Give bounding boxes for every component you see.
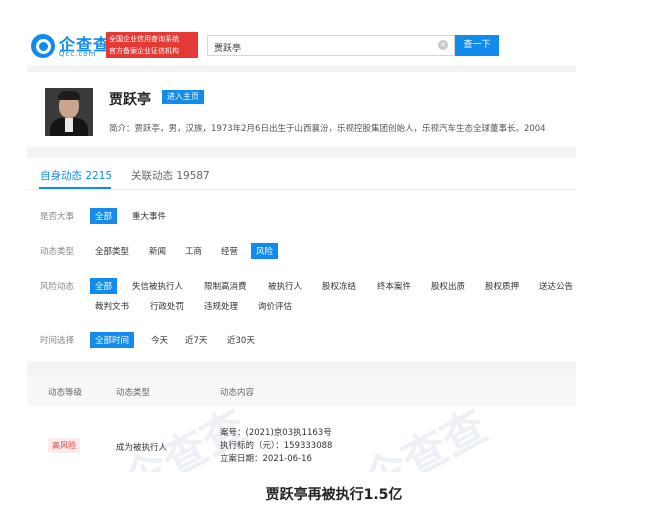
qcc-logo-icon[interactable] [31, 34, 55, 58]
column-header-level: 动态等级 [48, 388, 83, 398]
filter-time-7days[interactable]: 近7天 [185, 334, 207, 346]
filter-type-operation[interactable]: 经营 [221, 245, 238, 257]
search-input[interactable] [208, 38, 435, 57]
column-header-type: 动态类型 [116, 388, 151, 398]
filter-label-time: 时间选择 [40, 336, 75, 346]
column-header-content: 动态内容 [220, 388, 255, 398]
image-caption: 贾跃亭再被执行1.5亿 [265, 487, 403, 503]
execution-amount: 执行标的（元）：159333088 [220, 441, 333, 451]
filter-type-all[interactable]: 全部类型 [95, 245, 129, 257]
filter-risk-dishonest[interactable]: 失信被执行人 [132, 280, 183, 292]
clear-icon[interactable]: × [438, 40, 448, 50]
slogan-badge: 全国企业信用查询系统 官方备案企业征信机构 [106, 32, 198, 58]
filter-type-news[interactable]: 新闻 [149, 245, 166, 257]
tab-bar: 自身动态 2215 关联动态 19587 [27, 158, 576, 190]
filing-date: 立案日期：2021-06-16 [220, 454, 312, 464]
filter-time-all[interactable]: 全部时间 [90, 332, 135, 348]
top-bar: 企查查 Qcc.com 全国企业信用查询系统 官方备案企业征信机构 × 查一下 [27, 28, 576, 65]
filter-panel: 自身动态 2215 关联动态 19587 是否大事 全部 重大事件 动态类型 全… [27, 158, 576, 361]
person-name: 贾跃亭 [109, 92, 151, 108]
enter-homepage-button[interactable]: 进入主页 [162, 90, 204, 104]
tab-related-activity[interactable]: 关联动态 19587 [131, 168, 210, 183]
slogan-line-2: 官方备案企业征信机构 [109, 47, 179, 55]
filter-label-type: 动态类型 [40, 247, 75, 257]
filter-label-risk: 风险动态 [40, 282, 75, 292]
filter-risk-service-notice[interactable]: 送达公告 [539, 280, 573, 292]
filter-label-major: 是否大事 [40, 212, 75, 222]
filter-risk-price-evaluation[interactable]: 询价评估 [258, 300, 292, 312]
filter-time-30days[interactable]: 近30天 [227, 334, 255, 346]
filter-risk-share-pledge[interactable]: 股权质押 [485, 280, 519, 292]
search-box: × [207, 35, 455, 57]
filter-risk-equity-freeze[interactable]: 股权冻结 [322, 280, 356, 292]
avatar [45, 88, 93, 136]
filter-risk-equity-pledge[interactable]: 股权出质 [431, 280, 465, 292]
slogan-line-1: 全国企业信用查询系统 [109, 35, 179, 43]
case-number[interactable]: 案号：(2021)京03执1163号 [220, 426, 332, 438]
filter-risk-admin-penalty[interactable]: 行政处罚 [150, 300, 184, 312]
filter-risk-consumption-limit[interactable]: 限制高消费 [204, 280, 247, 292]
active-tab-indicator [39, 187, 111, 189]
profile-intro: 简介：贾跃亭，男，汉族，1973年2月6日出生于山西襄汾，乐视控股集团创始人，乐… [109, 124, 546, 134]
filter-risk-violation[interactable]: 违规处理 [204, 300, 238, 312]
activity-table: 企查查 企查查 动态等级 动态类型 动态内容 高风险 成为被执行人 案号：(20… [27, 376, 576, 472]
tab-own-activity[interactable]: 自身动态 2215 [40, 168, 112, 183]
logo-subtext: Qcc.com [59, 50, 97, 58]
app-window: 企查查 Qcc.com 全国企业信用查询系统 官方备案企业征信机构 × 查一下 … [27, 28, 576, 472]
filter-time-today[interactable]: 今天 [151, 334, 168, 346]
filter-major-all[interactable]: 全部 [90, 208, 118, 224]
activity-type: 成为被执行人 [116, 443, 168, 453]
filter-risk-terminated-case[interactable]: 终本案件 [377, 280, 411, 292]
filter-type-risk[interactable]: 风险 [251, 243, 279, 259]
filter-major-event[interactable]: 重大事件 [132, 210, 166, 222]
risk-level-badge: 高风险 [48, 438, 80, 453]
filter-type-business[interactable]: 工商 [185, 245, 202, 257]
search-button[interactable]: 查一下 [455, 35, 499, 56]
filter-risk-executed[interactable]: 被执行人 [268, 280, 302, 292]
profile-card: 贾跃亭 进入主页 简介：贾跃亭，男，汉族，1973年2月6日出生于山西襄汾，乐视… [27, 72, 576, 147]
filter-risk-judgment[interactable]: 裁判文书 [95, 300, 129, 312]
table-header: 动态等级 动态类型 动态内容 [27, 376, 576, 406]
filter-risk-all[interactable]: 全部 [90, 278, 118, 294]
